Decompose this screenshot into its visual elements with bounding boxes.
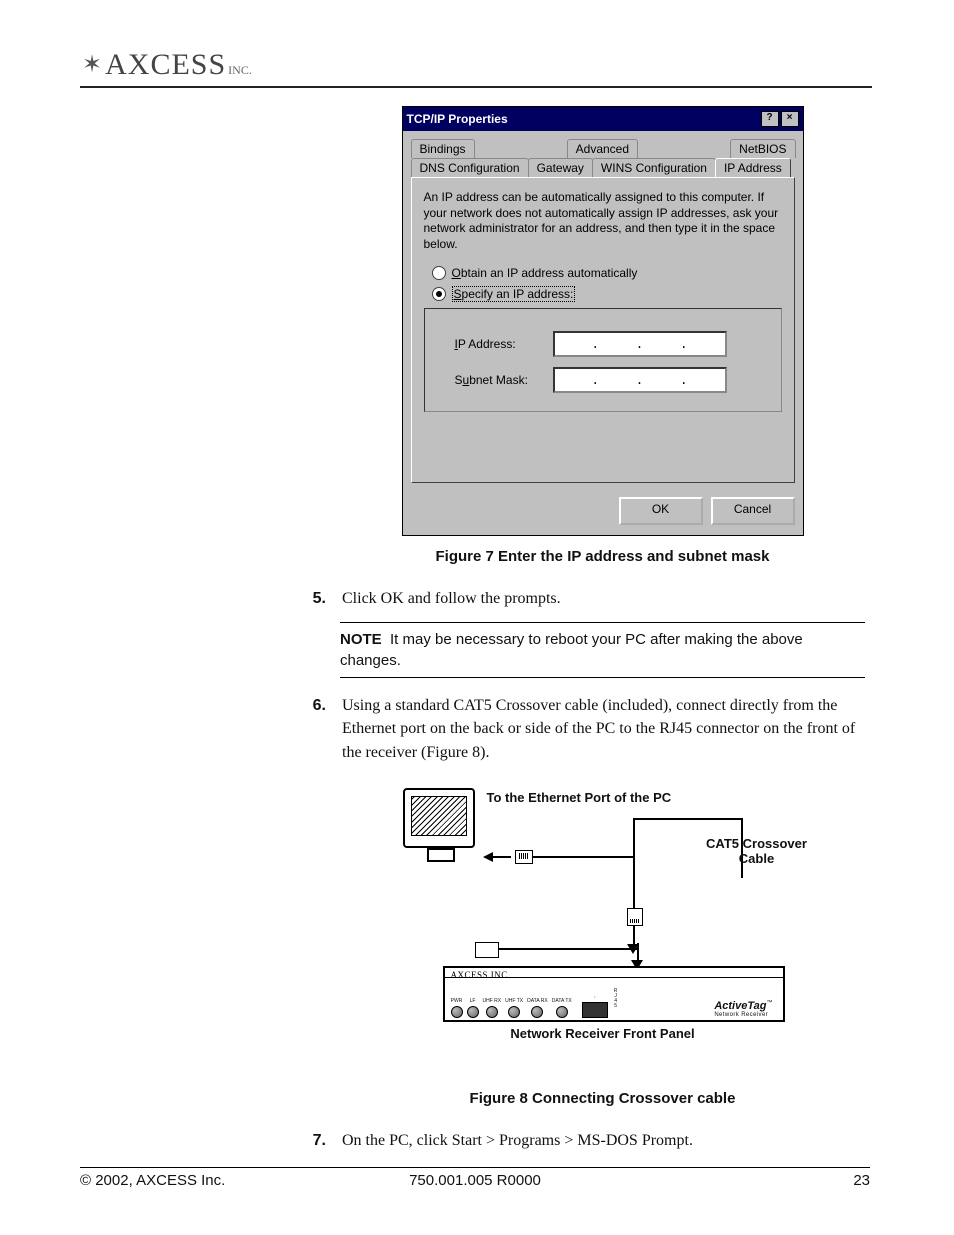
cable-path bbox=[633, 926, 635, 944]
tcpip-properties-dialog: TCP/IP Properties ? × Bindings Advanced … bbox=[402, 106, 804, 536]
cable-path bbox=[637, 943, 639, 961]
figure-7-caption: Figure 7 Enter the IP address and subnet… bbox=[340, 548, 865, 565]
cable-path bbox=[633, 856, 635, 908]
page-footer: © 2002, AXCESS Inc. 750.001.005 R0000 23 bbox=[80, 1167, 870, 1189]
led-icon bbox=[556, 1006, 568, 1018]
radio-specify-ip[interactable]: Specify an IP address: bbox=[432, 286, 782, 302]
tab-bindings[interactable]: Bindings bbox=[411, 139, 475, 158]
led-icon bbox=[508, 1006, 520, 1018]
header-logo: ✶AXCESSINC. bbox=[80, 48, 872, 88]
ip-address-label: IP Address: bbox=[455, 337, 535, 351]
ethernet-port-icon bbox=[515, 850, 533, 864]
ok-button[interactable]: OK bbox=[619, 497, 703, 525]
rj45-plug-icon bbox=[627, 908, 643, 926]
subnet-mask-label: Subnet Mask: bbox=[455, 373, 535, 387]
tabs-row-2: DNS Configuration Gateway WINS Configura… bbox=[411, 158, 795, 177]
tab-wins-configuration[interactable]: WINS Configuration bbox=[592, 158, 716, 177]
tab-dns-configuration[interactable]: DNS Configuration bbox=[411, 158, 529, 177]
titlebar-close-button[interactable]: × bbox=[781, 111, 799, 127]
step-6-text: Using a standard CAT5 Crossover cable (i… bbox=[342, 694, 865, 764]
note-label: NOTE bbox=[340, 631, 382, 648]
step-7-text: On the PC, click Start > Programs > MS-D… bbox=[342, 1129, 865, 1152]
note-text: It may be necessary to reboot your PC af… bbox=[340, 631, 803, 669]
dialog-title: TCP/IP Properties bbox=[407, 112, 508, 126]
cancel-button[interactable]: Cancel bbox=[711, 497, 795, 525]
radio-obtain-label: Obtain an IP address automatically bbox=[452, 266, 638, 280]
led-icon bbox=[531, 1006, 543, 1018]
cat5-cable-label: CAT5 Crossover Cable bbox=[691, 836, 823, 867]
radio-obtain-auto[interactable]: Obtain an IP address automatically bbox=[432, 266, 782, 280]
arrow-left-icon bbox=[483, 852, 493, 862]
led-icon bbox=[451, 1006, 463, 1018]
rj45-port-icon bbox=[582, 1002, 608, 1018]
receiver-port-dot: · bbox=[594, 994, 596, 1001]
rj45-port-label: RJ45 bbox=[614, 989, 618, 1009]
ethernet-port-label: To the Ethernet Port of the PC bbox=[487, 790, 672, 806]
tab-gateway[interactable]: Gateway bbox=[528, 158, 593, 177]
ip-address-panel: An IP address can be automatically assig… bbox=[411, 177, 795, 483]
logo-text: AXCESS bbox=[105, 48, 226, 81]
note-box: NOTE It may be necessary to reboot your … bbox=[340, 622, 865, 678]
step-5-text: Click OK and follow the prompts. bbox=[342, 587, 865, 610]
radio-specify-label: Specify an IP address: bbox=[452, 286, 576, 302]
step-5-number: 5. bbox=[306, 587, 326, 610]
radio-icon bbox=[432, 287, 446, 301]
tab-advanced[interactable]: Advanced bbox=[567, 139, 638, 158]
dialog-titlebar: TCP/IP Properties ? × bbox=[403, 107, 803, 131]
cable-path bbox=[533, 856, 633, 858]
led-icon bbox=[486, 1006, 498, 1018]
step-7-number: 7. bbox=[306, 1129, 326, 1152]
receiver-leds: PWR LF UHF RX UHF TX DATA RX DATA TX bbox=[451, 999, 572, 1018]
pc-monitor-icon bbox=[403, 788, 475, 848]
subnet-mask-input[interactable]: ... bbox=[553, 367, 727, 393]
ip-address-input[interactable]: ... bbox=[553, 331, 727, 357]
ip-fields-group: IP Address: ... Subnet Mask: ... bbox=[424, 308, 782, 412]
cable-path bbox=[633, 818, 743, 820]
tabs-row-1: Bindings Advanced NetBIOS bbox=[411, 139, 795, 158]
step-6-number: 6. bbox=[306, 694, 326, 764]
panel-description: An IP address can be automatically assig… bbox=[424, 190, 782, 252]
cable-connector-icon bbox=[475, 942, 499, 958]
footer-docnum: 750.001.005 R0000 bbox=[80, 1172, 870, 1189]
front-panel-caption: Network Receiver Front Panel bbox=[383, 1026, 823, 1041]
network-receiver-panel: AXCESS INC. PWR LF UHF RX UHF TX DATA RX… bbox=[443, 966, 785, 1022]
figure-8-diagram: To the Ethernet Port of the PC CAT5 Cros… bbox=[383, 778, 823, 1078]
logo-suffix: INC. bbox=[228, 63, 252, 77]
radio-icon bbox=[432, 266, 446, 280]
titlebar-help-button[interactable]: ? bbox=[761, 111, 779, 127]
led-icon bbox=[467, 1006, 479, 1018]
tab-netbios[interactable]: NetBIOS bbox=[730, 139, 795, 158]
receiver-product-label: ActiveTag™ Network Receiver bbox=[714, 1000, 776, 1018]
cable-path bbox=[633, 818, 635, 858]
figure-8-caption: Figure 8 Connecting Crossover cable bbox=[340, 1090, 865, 1107]
tab-ip-address[interactable]: IP Address bbox=[715, 158, 791, 177]
logo-star-icon: ✶ bbox=[82, 50, 103, 79]
